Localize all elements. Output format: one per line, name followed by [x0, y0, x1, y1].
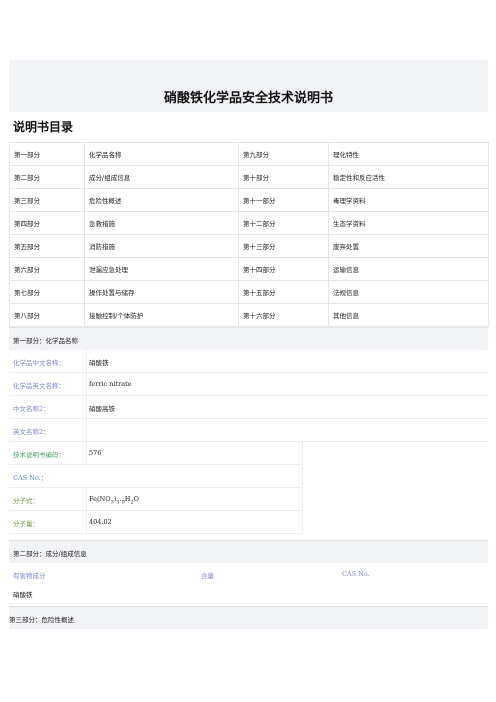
toc-part-number: 第二部分: [9, 165, 85, 189]
toc-row: 第八部分 接触控制/个体防护 第十六部分 其他信息: [9, 303, 489, 327]
toc-part-number: 第十六部分: [238, 303, 329, 327]
toc-part-number: 第四部分: [9, 211, 85, 235]
document-title: 硝酸铁化学品安全技术说明书: [163, 91, 333, 106]
toc-part-number: 第五部分: [9, 234, 85, 258]
section2-title: 第二部分：成分/组成信息: [13, 550, 87, 558]
toc-part-title: 危险性概述: [84, 188, 239, 212]
field-row-en-name: 化学品英文名称： ferric nitrate: [9, 373, 488, 396]
field-label: 中文名称2：: [13, 405, 50, 413]
toc-part-title: 消防措施: [84, 234, 239, 258]
toc-part-number: 第六部分: [9, 257, 85, 281]
field-row-formula: 分子式： Fe(NO3)3.9H2O: [9, 488, 303, 511]
field-label: 化学品中文名称：: [13, 359, 65, 367]
toc-table: 第一部分 化学品名称 第九部分 理化特性 第二部分 成分/组成信息 第十部分 稳定性和反应活性…: [9, 142, 489, 327]
toc-part-title: 废弃处置: [328, 234, 489, 258]
toc-part-title: 稳定性和反应活性: [328, 165, 489, 189]
field-label: 分子式：: [13, 497, 39, 505]
toc-part-title: 操作处置与储存: [84, 280, 239, 304]
section3-title: 第三部分：危险性概述: [9, 616, 74, 624]
composition-row: 硝酸铁: [9, 585, 488, 604]
toc-part-title: 化学品名称: [84, 142, 239, 166]
field-row-en-name2: 英文名称2：: [9, 419, 488, 442]
toc-row: 第二部分 成分/组成信息 第十部分 稳定性和反应活性: [9, 165, 489, 189]
composition-name: 硝酸铁: [13, 591, 33, 599]
toc-part-number: 第九部分: [238, 142, 329, 166]
toc-part-number: 第三部分: [9, 188, 85, 212]
toc-part-title: 运输信息: [328, 257, 489, 281]
toc-row: 第四部分 急救措施 第十二部分 生态学资料: [9, 211, 489, 235]
toc-part-title: 其他信息: [328, 303, 489, 327]
toc-part-title: 法规信息: [328, 280, 489, 304]
toc-row: 第五部分 消防措施 第十三部分 废弃处置: [9, 234, 489, 258]
field-label: CAS No.：: [13, 474, 48, 482]
toc-part-number: 第十五部分: [238, 280, 329, 304]
section2-header: 第二部分：成分/组成信息: [9, 540, 488, 563]
field-label: 分子量：: [13, 520, 39, 528]
field-label: 英文名称2：: [13, 428, 50, 436]
field-value: 硝酸铁: [89, 359, 109, 367]
col-harmful: 有害物成分: [13, 572, 46, 580]
field-value: ferric nitrate: [89, 380, 132, 388]
field-value: Fe(NO3)3.9H2O: [89, 495, 139, 506]
toc-part-number: 第十部分: [238, 165, 329, 189]
toc-part-title: 理化特性: [328, 142, 489, 166]
section1-header: 第一部分：化学品名称: [9, 327, 488, 350]
toc-row: 第七部分 操作处置与储存 第十五部分 法规信息: [9, 280, 489, 304]
toc-row: 第一部分 化学品名称 第九部分 理化特性: [9, 142, 489, 166]
col-content: 含量: [201, 572, 214, 580]
toc-row: 第三部分 危险性概述 第十一部分 毒理学资料: [9, 188, 489, 212]
toc-part-number: 第八部分: [9, 303, 85, 327]
field-row-mol-weight: 分子量： 404.02: [9, 511, 303, 534]
field-label: 化学品英文名称：: [13, 382, 65, 390]
toc-part-title: 毒理学资料: [328, 188, 489, 212]
field-row-cas: CAS No.：: [9, 465, 303, 488]
field-label: 技术说明书编码：: [13, 451, 65, 459]
title-band: 硝酸铁化学品安全技术说明书: [9, 60, 488, 112]
msds-document: 硝酸铁化学品安全技术说明书 说明书目录 第一部分 化学品名称 第九部分 理化特性 第二部…: [9, 60, 489, 629]
col-cas: CAS No.: [342, 570, 370, 578]
toc-part-number: 第十一部分: [238, 188, 329, 212]
section3-header: 第三部分：危险性概述: [9, 606, 488, 629]
toc-part-number: 第一部分: [9, 142, 85, 166]
toc-part-title: 接触控制/个体防护: [84, 303, 239, 327]
field-row-cn-name: 化学品中文名称： 硝酸铁: [9, 350, 488, 373]
field-value: 576: [89, 449, 102, 457]
toc-part-title: 泄漏应急处理: [84, 257, 239, 281]
toc-row: 第六部分 泄漏应急处理 第十四部分 运输信息: [9, 257, 489, 281]
toc-part-title: 生态学资料: [328, 211, 489, 235]
toc-part-title: 急救措施: [84, 211, 239, 235]
toc-heading-row: 说明书目录: [9, 112, 488, 142]
toc-part-number: 第七部分: [9, 280, 85, 304]
field-value: 硝酸高铁: [89, 405, 115, 413]
toc-part-number: 第十二部分: [238, 211, 329, 235]
composition-header-row: 有害物成分 含量 CAS No.: [9, 563, 488, 585]
toc-part-number: 第十四部分: [238, 257, 329, 281]
toc-heading: 说明书目录: [13, 120, 74, 134]
field-row-cn-name2: 中文名称2： 硝酸高铁: [9, 396, 488, 419]
section1-title: 第一部分：化学品名称: [13, 337, 78, 345]
toc-part-title: 成分/组成信息: [84, 165, 239, 189]
field-value: 404.02: [89, 518, 112, 526]
toc-part-number: 第十三部分: [238, 234, 329, 258]
field-row-tech-code: 技术说明书编码： 576: [9, 442, 303, 465]
